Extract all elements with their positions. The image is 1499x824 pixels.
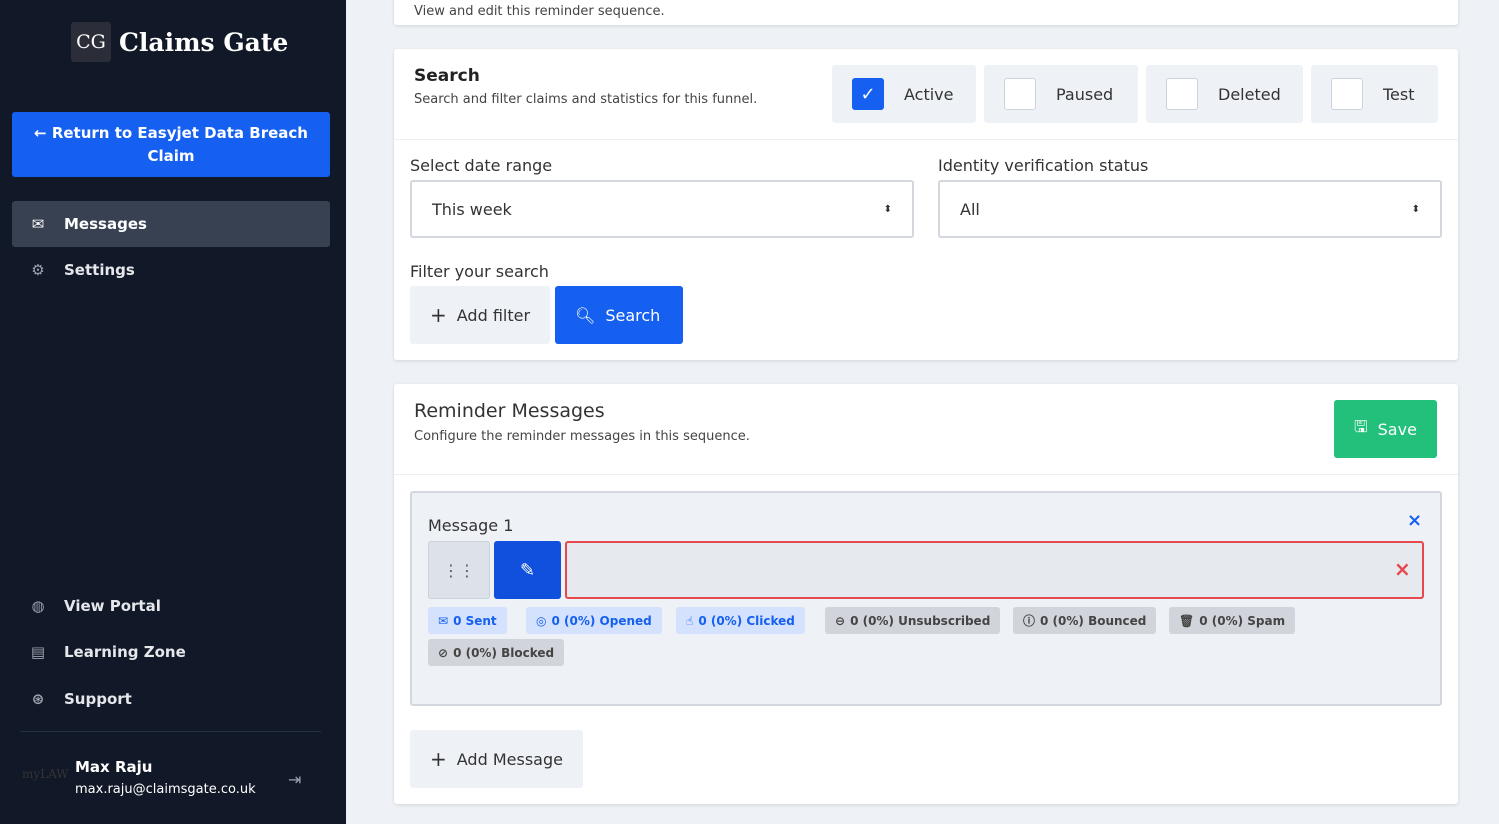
date-range-label: Select date range (410, 156, 553, 175)
close-icon[interactable]: × (1407, 510, 1422, 531)
pointer-hand-icon: ☝ (686, 613, 694, 628)
divider (394, 474, 1458, 475)
logo[interactable]: CG Claims Gate (71, 22, 288, 62)
stat-text: 0 (0%) Unsubscribed (850, 613, 991, 628)
user-email: max.raju@claimsgate.co.uk (75, 782, 256, 797)
exclamation-circle-icon: ⓘ (1023, 614, 1036, 628)
stat-unsubscribed: ⊖ 0 (0%) Unsubscribed (825, 607, 1001, 634)
envelope-icon: ✉ (438, 613, 449, 628)
message-title: Message 1 (428, 516, 514, 535)
search-button[interactable]: 🔍︎ Search (555, 286, 683, 344)
sequence-card: View and edit this reminder sequence. (394, 0, 1458, 25)
return-button[interactable]: ← Return to Easyjet Data Breach Claim (12, 112, 330, 177)
sort-icon: ⬍ (883, 203, 892, 215)
search-title: Search (414, 66, 480, 86)
date-range-select[interactable]: This week ⬍ (410, 180, 914, 238)
eye-icon: ◎ (536, 613, 547, 628)
message-select[interactable] (565, 541, 1424, 599)
stat-bounced: ⓘ 0 (0%) Bounced (1013, 607, 1157, 634)
floppy-icon: 🖫 (1354, 416, 1368, 436)
stat-text: 0 Sent (453, 613, 497, 628)
sidebar-item-settings[interactable]: ⚙ Settings (12, 247, 330, 293)
sidebar-item-label: View Portal (64, 597, 161, 615)
status-deleted-checkbox[interactable]: Deleted (1146, 65, 1303, 123)
idv-status-value: All (960, 199, 980, 219)
reminders-title: Reminder Messages (414, 400, 605, 422)
stat-text: 0 (0%) Clicked (698, 613, 795, 628)
gear-icon: ⚙ (31, 261, 45, 279)
user-name: Max Raju (75, 758, 153, 776)
return-label: Return to Easyjet Data Breach Claim (51, 124, 308, 165)
brand-name: Claims Gate (119, 27, 289, 57)
status-paused-checkbox[interactable]: Paused (984, 65, 1138, 123)
clear-x-icon[interactable]: × (1394, 557, 1411, 581)
sidebar-item-learning-zone[interactable]: ▤ Learning Zone (12, 629, 330, 675)
arrow-left-icon: ← (34, 124, 52, 142)
idv-status-label: Identity verification status (938, 156, 1149, 175)
save-label: Save (1377, 419, 1417, 439)
envelope-icon: ✉ (31, 215, 45, 233)
stat-opened: ◎ 0 (0%) Opened (526, 607, 662, 634)
minus-circle-icon: ⊖ (835, 613, 846, 628)
filter-label: Filter your search (410, 262, 549, 281)
search-label: Search (605, 305, 661, 325)
stat-blocked: ⊘ 0 (0%) Blocked (428, 639, 565, 666)
add-message-label: Add Message (456, 749, 563, 769)
sort-icon: ⬍ (1411, 203, 1420, 215)
stat-sent: ✉ 0 Sent (428, 607, 507, 634)
status-label: Active (904, 84, 954, 104)
stat-text: 0 (0%) Blocked (453, 645, 555, 660)
add-message-button[interactable]: + Add Message (410, 730, 583, 788)
status-active-checkbox[interactable]: ✓ Active (832, 65, 976, 123)
date-range-value: This week (432, 199, 512, 219)
status-test-checkbox[interactable]: Test (1311, 65, 1438, 123)
lifebuoy-icon: ⊛ (31, 690, 45, 708)
stat-clicked: ☝ 0 (0%) Clicked (676, 607, 805, 634)
sequence-subtitle: View and edit this reminder sequence. (414, 4, 665, 19)
checkbox-box (1166, 78, 1198, 110)
stat-spam: 🗑︎ 0 (0%) Spam (1169, 607, 1296, 634)
workspace-logo: myLAW (22, 767, 69, 781)
checkbox-box (1331, 78, 1363, 110)
search-subtitle: Search and filter claims and statistics … (414, 92, 758, 107)
sidebar-item-view-portal[interactable]: ◍ View Portal (12, 583, 330, 629)
divider (394, 139, 1458, 140)
search-icon: 🔍︎ (575, 305, 596, 325)
globe-icon: ◍ (31, 597, 45, 615)
sidebar-item-messages[interactable]: ✉ Messages (12, 201, 330, 247)
sidebar-item-label: Messages (64, 215, 147, 233)
sidebar-item-label: Support (64, 690, 132, 708)
sidebar-item-label: Settings (64, 261, 135, 279)
stat-text: 0 (0%) Opened (551, 613, 652, 628)
ban-icon: ⊘ (438, 645, 449, 660)
check-icon: ✓ (852, 78, 884, 110)
stat-text: 0 (0%) Bounced (1040, 613, 1147, 628)
status-label: Paused (1056, 84, 1114, 104)
divider (20, 731, 321, 732)
book-icon: ▤ (30, 643, 46, 661)
logout-icon[interactable]: ⇥ (288, 770, 301, 789)
status-label: Test (1383, 84, 1415, 104)
checkbox-box (1004, 78, 1036, 110)
idv-status-select[interactable]: All ⬍ (938, 180, 1442, 238)
plus-icon: + (430, 747, 447, 771)
add-filter-button[interactable]: + Add filter (410, 286, 551, 344)
save-button[interactable]: 🖫 Save (1334, 400, 1437, 458)
edit-pencil-icon[interactable]: ✎ (494, 541, 561, 599)
stat-text: 0 (0%) Spam (1199, 613, 1286, 628)
plus-icon: + (430, 303, 447, 327)
sidebar-item-support[interactable]: ⊛ Support (12, 676, 330, 722)
sidebar-item-label: Learning Zone (64, 643, 186, 661)
logo-mark: CG (71, 22, 111, 62)
trash-icon: 🗑︎ (1179, 613, 1195, 628)
sidebar: CG Claims Gate ← Return to Easyjet Data … (0, 0, 346, 824)
add-filter-label: Add filter (456, 305, 531, 325)
status-label: Deleted (1218, 84, 1281, 104)
drag-handle-icon[interactable]: ⋮⋮ (428, 541, 490, 599)
reminders-subtitle: Configure the reminder messages in this … (414, 429, 750, 444)
